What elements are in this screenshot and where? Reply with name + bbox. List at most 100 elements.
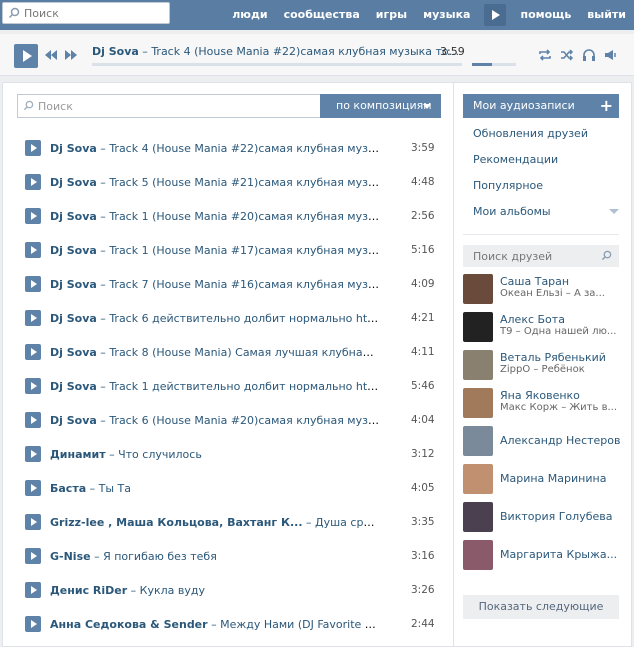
track-play-icon[interactable] xyxy=(25,412,41,428)
track-song[interactable]: Между Нами (DJ Favorite & DJ L... xyxy=(220,618,380,631)
track-row[interactable]: Dj Sova – Track 6 (House Mania #20)самая… xyxy=(3,403,453,437)
track-song[interactable]: Track 6 (House Mania #20)самая клубная м… xyxy=(109,414,380,427)
track-song[interactable]: Душа срывает... xyxy=(315,516,380,529)
sidebar-link-my-albums[interactable]: Мои альбомы xyxy=(473,205,623,218)
friend-name[interactable]: Маргарита Крыжа... xyxy=(500,548,624,561)
now-playing-artist[interactable]: Dj Sova xyxy=(92,45,139,58)
plus-icon[interactable]: + xyxy=(600,97,613,115)
shuffle-icon[interactable] xyxy=(560,48,574,62)
track-artist[interactable]: Dj Sova xyxy=(50,244,97,257)
headphones-icon[interactable] xyxy=(582,48,596,62)
track-row[interactable]: Dj Sova – Track 4 (House Mania #22)самая… xyxy=(3,131,453,165)
track-play-icon[interactable] xyxy=(25,276,41,292)
friend-name[interactable]: Веталь Рябенький xyxy=(500,351,624,364)
track-song[interactable]: Что случилось xyxy=(118,448,202,461)
track-play-icon[interactable] xyxy=(25,208,41,224)
track-song[interactable]: Track 6 действительно долбит нормально h… xyxy=(109,312,380,325)
previous-icon[interactable] xyxy=(44,48,58,62)
track-play-icon[interactable] xyxy=(25,310,41,326)
track-play-icon[interactable] xyxy=(25,344,41,360)
avatar[interactable] xyxy=(463,464,493,494)
track-artist[interactable]: Денис RiDer xyxy=(50,584,127,597)
track-artist[interactable]: Dj Sova xyxy=(50,210,97,223)
track-song[interactable]: Кукла вуду xyxy=(140,584,205,597)
friend-name[interactable]: Виктория Голубева xyxy=(500,510,624,523)
sidebar-link-popular[interactable]: Популярное xyxy=(473,179,543,192)
track-row[interactable]: Анна Седокова & Sender – Между Нами (DJ … xyxy=(3,607,453,641)
track-song[interactable]: Track 1 действительно долбит нормально h… xyxy=(109,380,380,393)
track-play-icon[interactable] xyxy=(25,174,41,190)
nav-help[interactable]: помощь xyxy=(512,0,579,30)
track-song[interactable]: Track 5 (House Mania #21)самая клубная м… xyxy=(109,176,380,189)
track-row[interactable]: Dj Sova – Track 1 (House Mania #20)самая… xyxy=(3,199,453,233)
volume-slider[interactable] xyxy=(472,63,516,66)
track-artist[interactable]: Grizz-lee , Маша Кольцова, Вахтанг К... xyxy=(50,516,303,529)
friend-item[interactable]: Яна Яковенко Макс Корж – Жить в... xyxy=(463,388,623,420)
track-artist[interactable]: Dj Sova xyxy=(50,312,97,325)
track-artist[interactable]: Dj Sova xyxy=(50,414,97,427)
avatar[interactable] xyxy=(463,274,493,304)
avatar[interactable] xyxy=(463,540,493,570)
avatar[interactable] xyxy=(463,388,493,418)
chevron-down-icon[interactable] xyxy=(609,209,619,214)
friend-name[interactable]: Алекс Бота xyxy=(500,313,624,326)
friend-name[interactable]: Марина Маринина xyxy=(500,472,624,485)
friend-item[interactable]: Марина Маринина xyxy=(463,464,623,496)
friend-name[interactable]: Саша Таран xyxy=(500,275,624,288)
track-row[interactable]: Dj Sova – Track 1 действительно долбит н… xyxy=(3,369,453,403)
avatar[interactable] xyxy=(463,312,493,342)
friend-item[interactable]: Алекс Бота T9 – Одна нашей лю... xyxy=(463,312,623,344)
track-play-icon[interactable] xyxy=(25,242,41,258)
friend-name[interactable]: Яна Яковенко xyxy=(500,389,624,402)
friend-item[interactable]: Саша Таран Океан Ельзі – А за... xyxy=(463,274,623,306)
sidebar-link-friends-updates[interactable]: Обновления друзей xyxy=(473,127,588,140)
track-play-icon[interactable] xyxy=(25,514,41,530)
avatar[interactable] xyxy=(463,502,493,532)
track-artist[interactable]: Динамит xyxy=(50,448,106,461)
repeat-icon[interactable] xyxy=(538,48,552,62)
friend-item[interactable]: Веталь Рябенький ZippO – Ребёнок xyxy=(463,350,623,382)
friend-item[interactable]: Виктория Голубева xyxy=(463,502,623,534)
track-row[interactable]: Dj Sova – Track 1 (House Mania #17)самая… xyxy=(3,233,453,267)
friend-now-playing[interactable]: Океан Ельзі – А за... xyxy=(500,288,624,299)
track-row[interactable]: Динамит – Что случилось 3:12 xyxy=(3,437,453,471)
track-play-icon[interactable] xyxy=(25,548,41,564)
track-artist[interactable]: Dj Sova xyxy=(50,278,97,291)
nav-music[interactable]: музыка xyxy=(415,0,478,30)
track-artist[interactable]: Баста xyxy=(50,482,86,495)
friend-item[interactable]: Маргарита Крыжа... xyxy=(463,540,623,572)
friend-now-playing[interactable]: ZippO – Ребёнок xyxy=(500,364,624,375)
audio-search-input[interactable]: Поиск xyxy=(17,94,322,118)
track-row[interactable]: Dj Sova – Track 7 (House Mania #16)самая… xyxy=(3,267,453,301)
track-artist[interactable]: Dj Sova xyxy=(50,346,97,359)
broadcast-icon[interactable] xyxy=(604,48,618,62)
track-artist[interactable]: Dj Sova xyxy=(50,176,97,189)
avatar[interactable] xyxy=(463,350,493,380)
track-artist[interactable]: G-Nise xyxy=(50,550,91,563)
track-play-icon[interactable] xyxy=(25,446,41,462)
friend-now-playing[interactable]: Макс Корж – Жить в... xyxy=(500,402,624,413)
nav-logout[interactable]: выйти xyxy=(579,0,634,30)
friend-search-input[interactable]: Поиск друзей xyxy=(463,245,619,267)
track-play-icon[interactable] xyxy=(25,480,41,496)
track-row[interactable]: Денис RiDer – Кукла вуду 3:26 xyxy=(3,573,453,607)
nav-people[interactable]: люди xyxy=(224,0,275,30)
track-play-icon[interactable] xyxy=(25,582,41,598)
track-artist[interactable]: Dj Sova xyxy=(50,142,97,155)
track-row[interactable]: Dj Sova – Track 5 (House Mania #21)самая… xyxy=(3,165,453,199)
track-song[interactable]: Ты Та xyxy=(99,482,131,495)
avatar[interactable] xyxy=(463,426,493,456)
track-row[interactable]: Dj Sova – Track 6 действительно долбит н… xyxy=(3,301,453,335)
track-song[interactable]: Track 1 (House Mania #20)самая клубная м… xyxy=(109,210,380,223)
nav-communities[interactable]: сообщества xyxy=(276,0,368,30)
track-play-icon[interactable] xyxy=(25,378,41,394)
friend-item[interactable]: Александр Нестеров xyxy=(463,426,623,458)
track-row[interactable]: Dj Sova – Track 8 (House Mania) Самая лу… xyxy=(3,335,453,369)
friend-name[interactable]: Александр Нестеров xyxy=(500,434,624,447)
track-song[interactable]: Track 8 (House Mania) Самая лучшая клубн… xyxy=(109,346,380,359)
global-search-input[interactable]: Поиск xyxy=(2,2,170,24)
track-row[interactable]: G-Nise – Я погибаю без тебя 3:16 xyxy=(3,539,453,573)
track-song[interactable]: Track 1 (House Mania #17)самая клубная м… xyxy=(109,244,380,257)
sidebar-link-recommendations[interactable]: Рекомендации xyxy=(473,153,558,166)
search-filter-dropdown[interactable]: по композициям xyxy=(320,94,441,118)
